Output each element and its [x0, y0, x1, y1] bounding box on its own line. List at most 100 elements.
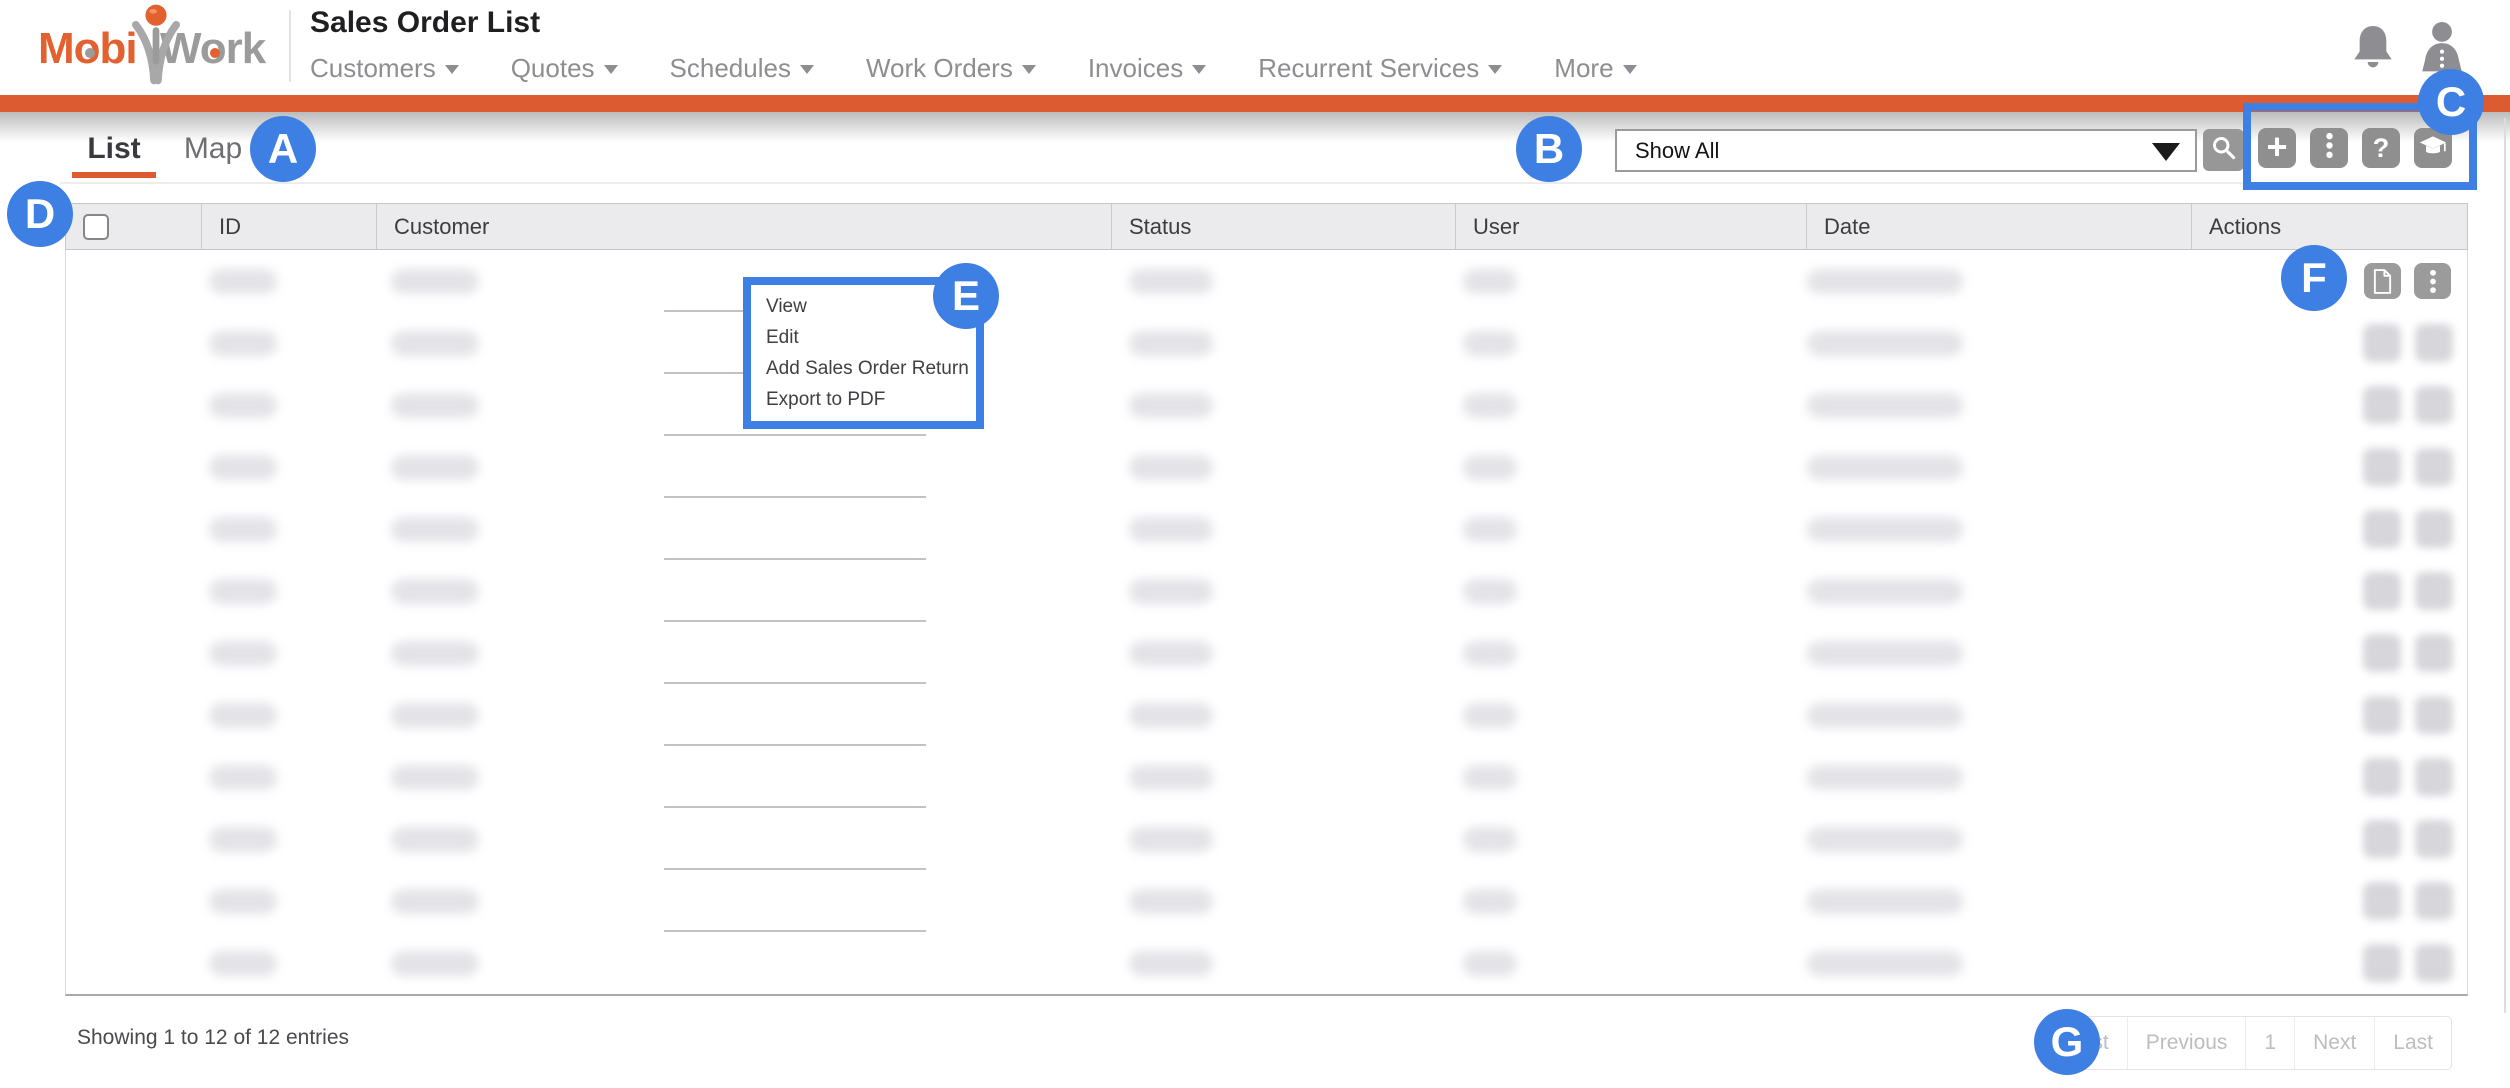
redacted-action-button — [2415, 944, 2453, 982]
table-row-redacted[interactable] — [66, 746, 2467, 808]
table-row-redacted[interactable] — [66, 932, 2467, 994]
nav-menu-label: Quotes — [511, 53, 595, 84]
redacted-id-value — [209, 579, 277, 604]
redacted-action-button — [2363, 572, 2401, 610]
redacted-user-value — [1463, 455, 1517, 480]
tab-map[interactable]: Map — [178, 132, 248, 166]
show-all-filter-select[interactable]: Show All — [1615, 129, 2197, 172]
redacted-customer-value — [391, 827, 479, 852]
annotation-marker-b: B — [1516, 116, 1582, 182]
pagination-button[interactable]: Next — [2295, 1017, 2375, 1069]
sales-order-list-page: Mobi Work Sales Order List Customers Quo… — [0, 0, 2510, 1088]
redacted-status-value — [1129, 393, 1213, 418]
header-cell-status[interactable]: Status — [1111, 204, 1455, 249]
content-right-edge — [2504, 118, 2506, 1013]
redacted-customer-value — [391, 641, 479, 666]
header-cell-actions: Actions — [2191, 204, 2467, 249]
redacted-action-button — [2415, 758, 2453, 796]
redacted-user-value — [1463, 579, 1517, 604]
context-menu-item[interactable]: Edit — [766, 328, 976, 347]
redacted-action-button — [2415, 324, 2453, 362]
header-cell-user[interactable]: User — [1455, 204, 1806, 249]
redacted-id-value — [209, 951, 277, 976]
annotation-marker-c: C — [2418, 69, 2484, 135]
table-row-redacted[interactable] — [66, 560, 2467, 622]
header-cell-id[interactable]: ID — [201, 204, 376, 249]
pagination-button[interactable]: Last — [2375, 1017, 2451, 1069]
search-button[interactable] — [2203, 129, 2244, 171]
logo-o-dot — [210, 48, 220, 58]
redacted-id-value — [209, 827, 277, 852]
redacted-action-button — [2363, 758, 2401, 796]
redacted-action-button — [2415, 882, 2453, 920]
redacted-date-value — [1807, 331, 1963, 356]
redacted-customer-value — [391, 889, 479, 914]
header-separator — [289, 10, 291, 82]
row-document-button[interactable] — [2364, 263, 2401, 299]
nav-menu-item[interactable]: Customers — [310, 53, 459, 84]
logo-text-mobi: Mobi — [38, 24, 137, 74]
context-menu-item[interactable]: Export to PDF — [766, 390, 976, 409]
table-body — [65, 250, 2468, 996]
table-row-redacted[interactable] — [66, 684, 2467, 746]
nav-menu-item[interactable]: Recurrent Services — [1258, 53, 1502, 84]
nav-menu-item[interactable]: Invoices — [1088, 53, 1206, 84]
nav-menu-item[interactable]: More — [1554, 53, 1636, 84]
redacted-customer-value — [391, 517, 479, 542]
table-row-redacted[interactable] — [66, 498, 2467, 560]
account-person-icon[interactable] — [2418, 20, 2466, 77]
annotation-marker-g: G — [2034, 1009, 2100, 1075]
table-row-redacted[interactable] — [66, 374, 2467, 436]
redacted-customer-value — [391, 269, 479, 294]
table-row-redacted[interactable] — [66, 808, 2467, 870]
mobiwork-logo[interactable]: Mobi Work — [36, 2, 276, 92]
table-row-redacted[interactable] — [66, 870, 2467, 932]
redacted-status-value — [1129, 517, 1213, 542]
pagination-button[interactable]: 1 — [2246, 1017, 2295, 1069]
table-row-redacted[interactable] — [66, 622, 2467, 684]
redacted-user-value — [1463, 703, 1517, 728]
entries-summary: Showing 1 to 12 of 12 entries — [77, 1026, 349, 1050]
redacted-status-value — [1129, 579, 1213, 604]
redacted-date-value — [1807, 393, 1963, 418]
row-kebab-menu-button[interactable] — [2414, 263, 2451, 299]
redacted-status-value — [1129, 331, 1213, 356]
header-cell-customer[interactable]: Customer — [376, 204, 1111, 249]
redacted-customer-value — [391, 951, 479, 976]
redacted-action-button — [2363, 944, 2401, 982]
redacted-action-button — [2363, 820, 2401, 858]
redacted-action-button — [2415, 510, 2453, 548]
redacted-user-value — [1463, 889, 1517, 914]
annotation-marker-f: F — [2281, 245, 2347, 311]
nav-menu-item[interactable]: Schedules — [670, 53, 814, 84]
redacted-action-button — [2363, 882, 2401, 920]
tabs-bottom-line — [60, 182, 2464, 184]
annotation-marker-e: E — [933, 263, 999, 329]
table-row-redacted[interactable] — [66, 436, 2467, 498]
redacted-action-button — [2415, 820, 2453, 858]
redacted-user-value — [1463, 269, 1517, 294]
context-menu-item[interactable]: Add Sales Order Return — [766, 359, 976, 378]
redacted-action-button — [2363, 386, 2401, 424]
redacted-date-value — [1807, 455, 1963, 480]
nav-menu-item[interactable]: Work Orders — [866, 53, 1036, 84]
notifications-bell-icon[interactable] — [2353, 22, 2393, 75]
nav-menu-item[interactable]: Quotes — [511, 53, 618, 84]
redacted-date-value — [1807, 827, 1963, 852]
redacted-user-value — [1463, 765, 1517, 790]
redacted-action-button — [2363, 510, 2401, 548]
tab-list[interactable]: List — [72, 132, 156, 166]
sales-order-table: ID Customer Status User Date Actions — [65, 203, 2468, 996]
redacted-user-value — [1463, 641, 1517, 666]
table-row-redacted[interactable] — [66, 250, 2467, 312]
redacted-action-button — [2363, 448, 2401, 486]
redacted-date-value — [1807, 269, 1963, 294]
header-cell-date[interactable]: Date — [1806, 204, 2191, 249]
redacted-customer-value — [391, 393, 479, 418]
redacted-user-value — [1463, 331, 1517, 356]
table-row-redacted[interactable] — [66, 312, 2467, 374]
select-all-checkbox[interactable] — [83, 214, 109, 240]
redacted-date-value — [1807, 765, 1963, 790]
pagination-button[interactable]: Previous — [2128, 1017, 2247, 1069]
main-nav: Customers Quotes Schedules Work Orders I… — [310, 50, 1637, 86]
